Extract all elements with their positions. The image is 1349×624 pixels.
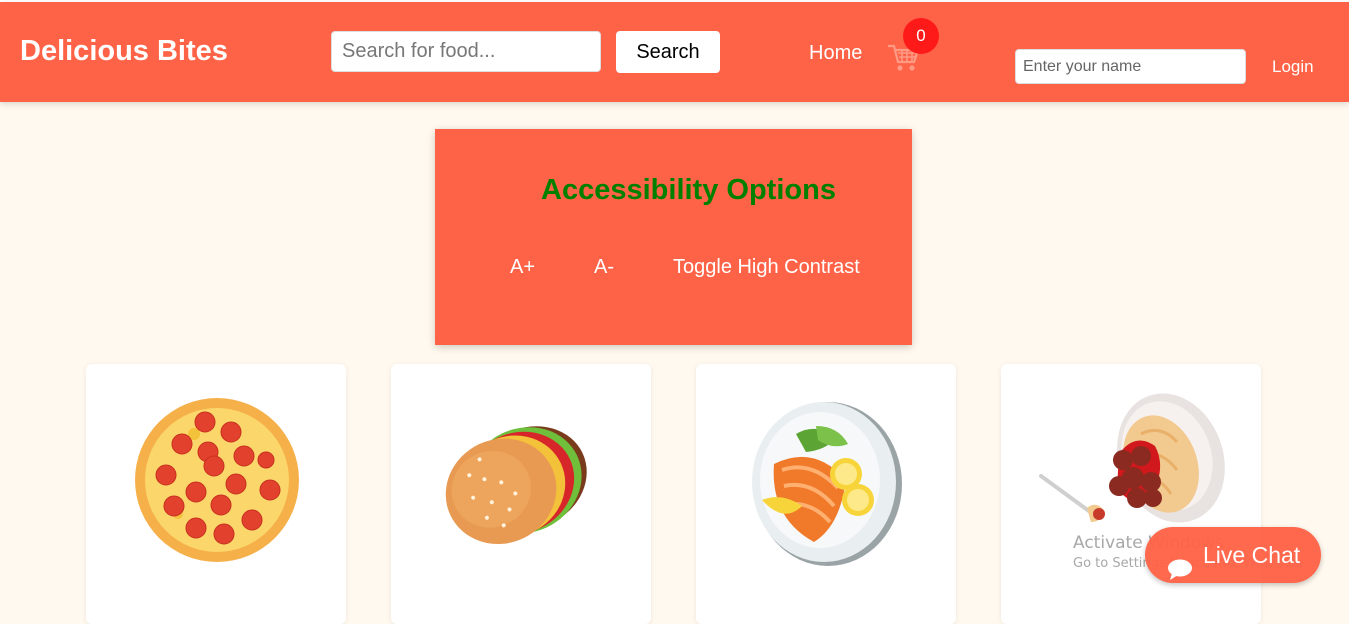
font-increase-button[interactable]: A+ bbox=[510, 256, 535, 279]
login-button[interactable]: Login bbox=[1272, 57, 1314, 77]
brand-logo-text[interactable]: Delicious Bites bbox=[20, 35, 228, 68]
product-card-salmon[interactable] bbox=[696, 364, 956, 624]
high-contrast-toggle[interactable]: Toggle High Contrast bbox=[673, 256, 860, 279]
salmon-plate-icon bbox=[752, 402, 902, 566]
cart-count-badge: 0 bbox=[903, 18, 939, 54]
product-card-burger[interactable] bbox=[391, 364, 651, 624]
search-button[interactable]: Search bbox=[616, 31, 720, 73]
product-card-pizza[interactable] bbox=[86, 364, 346, 624]
font-decrease-button[interactable]: A- bbox=[594, 256, 614, 279]
search-input[interactable] bbox=[331, 31, 601, 72]
nav-home-link[interactable]: Home bbox=[809, 42, 862, 65]
chat-bubble-icon bbox=[1167, 545, 1193, 601]
site-header: Delicious Bites Search Home 0 Login bbox=[0, 2, 1349, 102]
live-chat-button[interactable]: Live Chat bbox=[1145, 527, 1321, 583]
burger-icon bbox=[445, 426, 587, 545]
pizza-icon bbox=[135, 398, 299, 562]
accessibility-panel: Accessibility Options A+ A- Toggle High … bbox=[435, 129, 912, 345]
accessibility-title: Accessibility Options bbox=[541, 174, 836, 206]
name-input[interactable] bbox=[1015, 49, 1246, 84]
live-chat-label: Live Chat bbox=[1203, 542, 1301, 568]
product-card-spaghetti[interactable] bbox=[1001, 364, 1261, 624]
